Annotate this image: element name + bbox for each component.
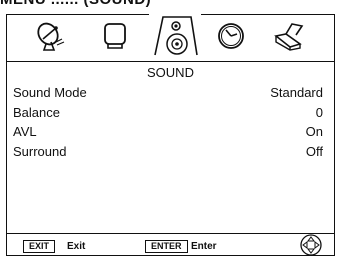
osd-menu-panel: SOUND Sound Mode Standard Balance 0 AVL … xyxy=(6,13,335,258)
clock-icon[interactable] xyxy=(207,15,255,57)
setting-row-balance[interactable]: Balance 0 xyxy=(13,103,323,123)
satellite-dish-icon[interactable] xyxy=(27,15,75,57)
setting-value: Standard xyxy=(270,85,323,100)
monitor-icon[interactable] xyxy=(91,15,139,57)
setting-label: Balance xyxy=(13,104,60,120)
page-heading: MENU ...... (SOUND) xyxy=(0,0,151,8)
speaker-icon[interactable] xyxy=(149,13,201,57)
setting-label: Surround xyxy=(13,143,67,159)
setting-label: AVL xyxy=(13,124,37,139)
setting-row-avl[interactable]: AVL On xyxy=(13,122,323,142)
menu-title: SOUND xyxy=(147,65,194,80)
exit-key[interactable]: EXIT xyxy=(23,240,56,253)
menu-icon-bar xyxy=(7,13,334,57)
setting-value: Off xyxy=(305,143,323,159)
setting-value: 0 xyxy=(315,104,323,120)
enter-label: Enter xyxy=(191,241,217,252)
lock-icon[interactable] xyxy=(265,15,313,57)
setting-value: On xyxy=(305,124,323,139)
setting-label: Sound Mode xyxy=(13,85,87,100)
osd-page: MENU ...... (SOUND) xyxy=(0,0,351,258)
setting-row-surround[interactable]: Surround Off xyxy=(13,142,323,162)
enter-key[interactable]: ENTER xyxy=(145,240,188,253)
navigation-pad-icon xyxy=(300,234,322,258)
setting-row-sound-mode[interactable]: Sound Mode Standard xyxy=(13,83,323,103)
sound-settings-list: Sound Mode Standard Balance 0 AVL On Sur… xyxy=(13,83,323,161)
footer-divider xyxy=(7,233,334,234)
icon-bar-divider xyxy=(7,61,334,62)
footer-bar: EXIT Exit ENTER Enter xyxy=(7,234,334,258)
exit-label: Exit xyxy=(67,241,86,252)
